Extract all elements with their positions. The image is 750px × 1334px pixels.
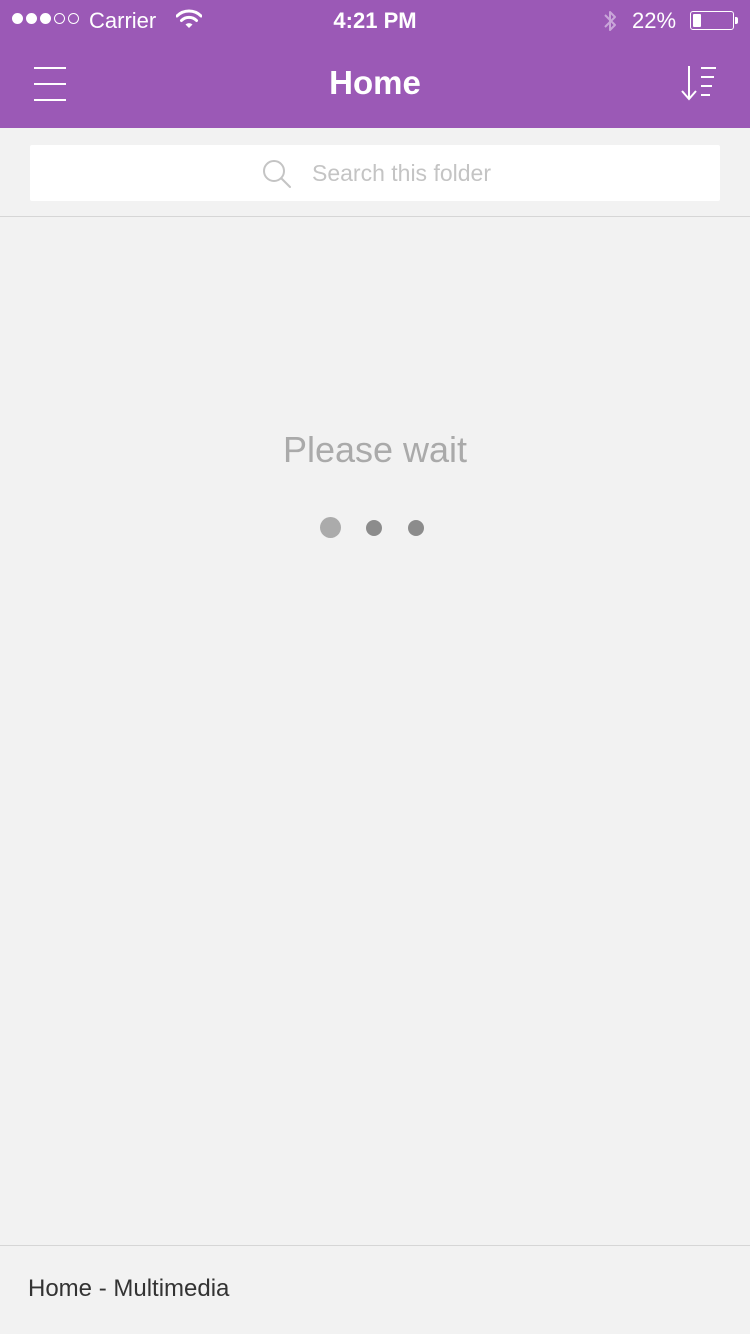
status-bar: Carrier 4:21 PM 22%	[0, 0, 750, 40]
page-title: Home	[329, 64, 421, 101]
battery-nub	[735, 17, 738, 24]
search-box[interactable]	[30, 145, 720, 201]
bluetooth-icon	[601, 8, 619, 40]
battery-percent: 22%	[632, 8, 677, 33]
search-bar	[0, 128, 750, 217]
sort-icon[interactable]	[674, 60, 726, 108]
header: Carrier 4:21 PM 22% Home	[0, 0, 750, 128]
battery-icon	[690, 11, 738, 30]
search-input[interactable]	[312, 145, 692, 201]
app-screen: Carrier 4:21 PM 22% Home Search this fol…	[0, 0, 750, 1334]
loading-message: Please wait	[282, 429, 468, 470]
footer-bar: Home - Multimedia	[0, 1245, 750, 1334]
battery-fill	[693, 14, 701, 27]
loading-dot	[366, 520, 382, 536]
loading-dot	[408, 520, 424, 536]
search-icon	[262, 159, 292, 194]
breadcrumb: Home - Multimedia	[28, 1275, 230, 1302]
nav-bar: Home	[0, 40, 750, 128]
loading-dot	[320, 517, 341, 538]
